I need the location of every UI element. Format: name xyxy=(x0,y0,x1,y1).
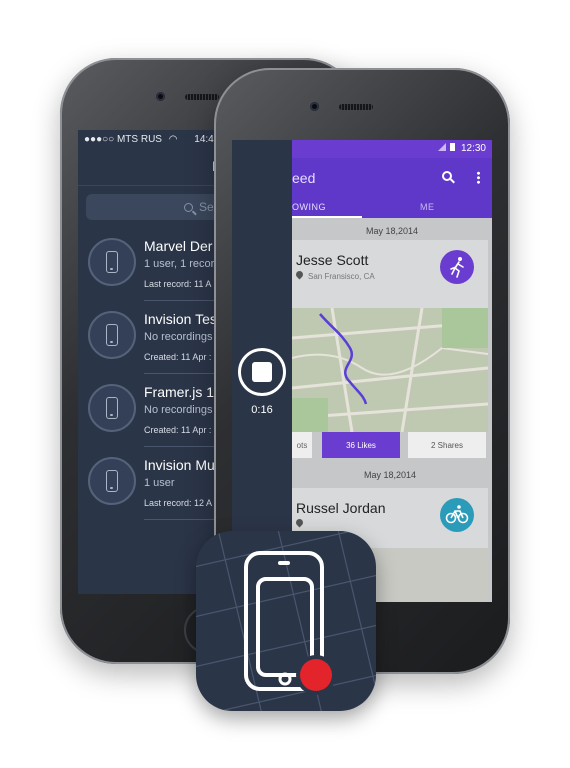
project-date: Created: 11 Apr : xyxy=(144,352,212,362)
wifi-icon: ◠ xyxy=(168,134,178,145)
app-bar-title: eed xyxy=(292,170,316,186)
earpiece-speaker xyxy=(339,104,373,110)
status-time: 14:4 xyxy=(194,134,214,145)
signal-icon xyxy=(437,143,446,151)
project-subtitle: No recordings xyxy=(144,404,213,416)
status-time: 12:30 xyxy=(460,143,486,154)
android-status-bar: 12:30 xyxy=(292,140,492,158)
battery-icon xyxy=(449,143,455,151)
tab-bar: OWING ME xyxy=(292,196,492,218)
running-icon xyxy=(440,250,474,284)
likes-button[interactable]: 36 Likes xyxy=(322,432,400,458)
user-location: San Fransisco, CA xyxy=(308,272,375,281)
feed-card[interactable]: Jesse Scott San Fransisco, CA xyxy=(292,240,488,308)
project-date: Created: 11 Apr : xyxy=(144,425,212,435)
user-name: Russel Jordan xyxy=(296,500,386,516)
phone-record-app-icon[interactable] xyxy=(196,531,376,711)
stop-icon xyxy=(252,362,272,382)
phone-icon xyxy=(88,457,136,505)
project-subtitle: No recordings xyxy=(144,331,213,343)
route-map[interactable] xyxy=(292,308,488,432)
project-name: Marvel Der xyxy=(144,238,213,254)
card-date: May 18,2014 xyxy=(363,470,417,480)
tab-indicator xyxy=(292,216,362,218)
phone-icon xyxy=(88,384,136,432)
tab-following[interactable]: OWING xyxy=(292,202,326,212)
cycling-icon xyxy=(440,498,474,532)
project-name: Framer.js 1 xyxy=(144,384,215,400)
search-icon xyxy=(184,203,193,212)
tab-me[interactable]: ME xyxy=(420,202,435,212)
carrier-label: ●●●○○ MTS RUS xyxy=(84,134,162,145)
card-date: May 18,2014 xyxy=(365,226,419,236)
location-pin-icon xyxy=(294,517,305,528)
location-pin-icon xyxy=(294,269,305,280)
project-date: Last record: 12 A xyxy=(144,498,213,508)
more-vert-icon[interactable] xyxy=(477,171,480,184)
search-icon[interactable] xyxy=(442,171,452,181)
shares-button[interactable]: 2 Shares xyxy=(408,432,486,458)
project-name: Invision Mu xyxy=(144,457,215,473)
phone-icon xyxy=(88,238,136,286)
stop-record-button[interactable] xyxy=(238,348,286,396)
project-subtitle: 1 user, 1 recor xyxy=(144,258,215,270)
front-camera xyxy=(310,102,319,111)
project-name: Invision Tes xyxy=(144,311,217,327)
earpiece-speaker xyxy=(185,94,219,100)
recording-timer: 0:16 xyxy=(251,404,273,416)
app-bar: eed xyxy=(292,158,492,196)
search-placeholder: Se xyxy=(199,200,214,214)
project-subtitle: 1 user xyxy=(144,477,175,489)
phone-icon xyxy=(88,311,136,359)
card-actions: ots 36 Likes 2 Shares xyxy=(292,432,488,458)
front-camera xyxy=(156,92,165,101)
card-action-button[interactable]: ots xyxy=(292,432,312,458)
user-name: Jesse Scott xyxy=(296,252,369,268)
project-date: Last record: 11 A xyxy=(144,279,212,289)
